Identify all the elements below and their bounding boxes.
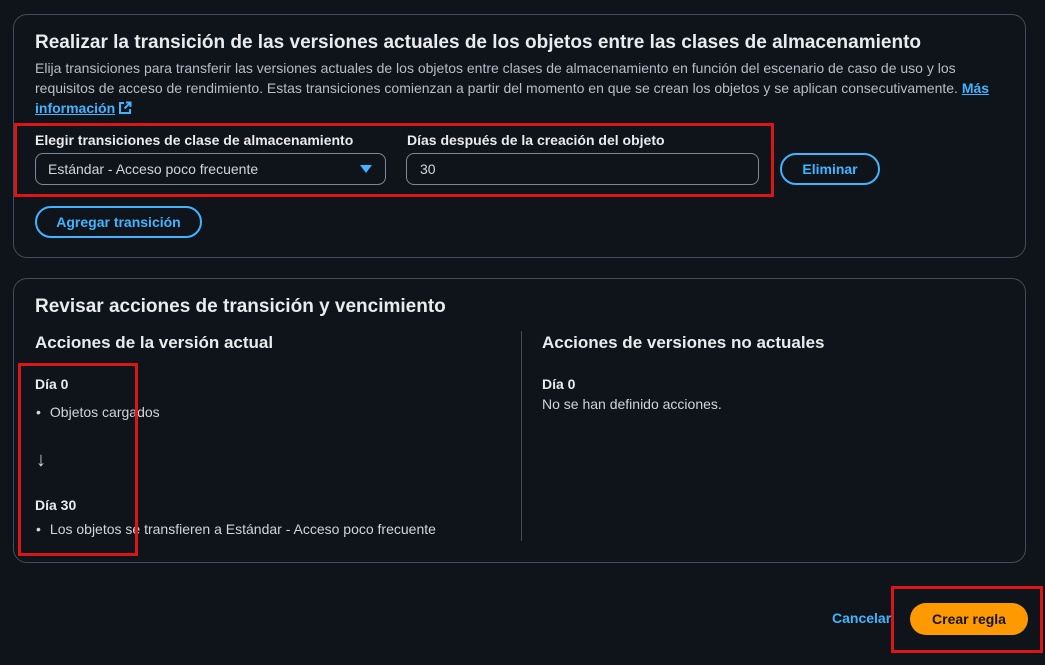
noncurrent-actions-heading: Acciones de versiones no actuales bbox=[542, 333, 825, 352]
review-panel: Revisar acciones de transición y vencimi… bbox=[13, 278, 1026, 563]
add-transition-button[interactable]: Agregar transición bbox=[35, 206, 202, 238]
days-input[interactable] bbox=[406, 153, 759, 185]
transition-panel: Realizar la transición de las versiones … bbox=[13, 14, 1026, 258]
caret-down-icon bbox=[360, 165, 372, 173]
cancel-button[interactable]: Cancelar bbox=[832, 610, 891, 626]
external-link-icon bbox=[118, 100, 132, 120]
storage-class-select[interactable]: Estándar - Acceso poco frecuente bbox=[35, 153, 386, 185]
current-day30-item: Los objetos se transfieren a Estándar - … bbox=[36, 521, 436, 537]
days-label: Días después de la creación del objeto bbox=[407, 132, 665, 148]
remove-button[interactable]: Eliminar bbox=[780, 153, 880, 185]
current-day0-item: Objetos cargados bbox=[36, 404, 160, 420]
current-day30-label: Día 30 bbox=[35, 497, 77, 513]
arrow-down-icon: ↓ bbox=[36, 449, 46, 471]
column-divider bbox=[521, 331, 522, 541]
current-actions-heading: Acciones de la versión actual bbox=[35, 333, 274, 352]
transition-section-description: Elija transiciones para transferir las v… bbox=[35, 58, 995, 120]
review-section-title: Revisar acciones de transición y vencimi… bbox=[35, 296, 446, 317]
create-rule-button[interactable]: Crear regla bbox=[910, 603, 1028, 635]
storage-class-value: Estándar - Acceso poco frecuente bbox=[48, 161, 259, 177]
current-day0-label: Día 0 bbox=[35, 376, 69, 392]
transition-section-title: Realizar la transición de las versiones … bbox=[35, 32, 922, 53]
noncurrent-day0-text: No se han definido acciones. bbox=[542, 396, 722, 412]
storage-class-label: Elegir transiciones de clase de almacena… bbox=[35, 132, 354, 148]
noncurrent-day0-label: Día 0 bbox=[542, 376, 576, 392]
description-text: Elija transiciones para transferir las v… bbox=[35, 60, 958, 96]
